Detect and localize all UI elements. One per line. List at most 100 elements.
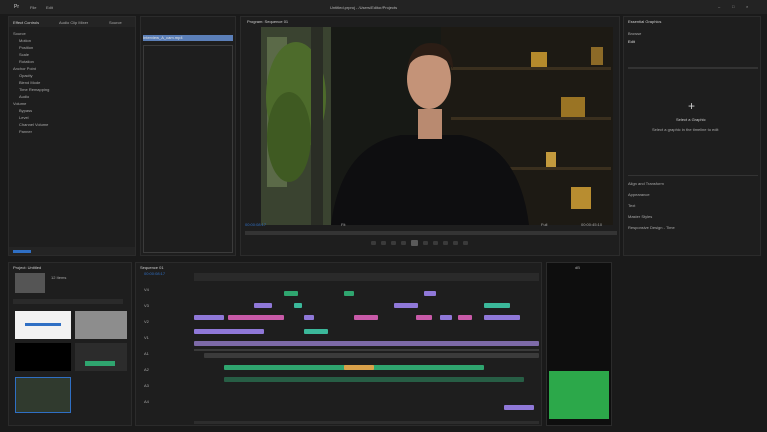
track-label-v4[interactable]: V4	[144, 287, 149, 292]
thumb-graphic[interactable]	[15, 311, 71, 339]
track-label-v1[interactable]: V1	[144, 335, 149, 340]
add-graphic-icon[interactable]: +	[688, 99, 695, 113]
effect-row-opacity[interactable]: Opacity	[19, 73, 33, 78]
track-label-a2[interactable]: A2	[144, 367, 149, 372]
timeline-clip[interactable]	[440, 315, 452, 320]
timeline-clip[interactable]	[484, 315, 520, 320]
effect-row-channel-volume[interactable]: Channel Volume	[19, 122, 48, 127]
effect-row-bypass[interactable]: Bypass	[19, 108, 32, 113]
project-item-count: 12 Items	[51, 275, 67, 280]
effect-row-panner[interactable]: Panner	[19, 129, 32, 134]
tab-audio-clip-mixer[interactable]: Audio Clip Mixer	[59, 20, 88, 25]
mark-out-button[interactable]	[381, 241, 386, 245]
timeline-clip[interactable]	[504, 405, 534, 410]
timeline-clip[interactable]	[284, 291, 298, 296]
effect-row-volume[interactable]: Volume	[13, 101, 26, 106]
app-menu-logo[interactable]: Pr	[14, 4, 19, 10]
track-label-a1[interactable]: A1	[144, 351, 149, 356]
program-video-frame[interactable]	[261, 27, 613, 225]
eg-empty-hint: Select a graphic in the timeline to edit	[652, 127, 719, 132]
effect-row-time-remapping[interactable]: Time Remapping	[19, 87, 49, 92]
timeline-clip[interactable]	[424, 291, 436, 296]
step-back-button[interactable]	[401, 241, 406, 245]
timeline-clip[interactable]	[458, 315, 472, 320]
timeline-timecode[interactable]: 00:00:08:17	[144, 271, 165, 276]
timeline-clip[interactable]	[194, 315, 224, 320]
timeline-clip[interactable]	[416, 315, 432, 320]
thumb-adjustment-layer[interactable]	[75, 343, 127, 371]
ec-timecode[interactable]	[13, 250, 31, 253]
selected-project-item[interactable]: Interview_A_cam.mp4	[143, 35, 233, 41]
timeline-tab[interactable]: Sequence 01	[140, 265, 164, 270]
eg-row[interactable]: Align and Transform	[628, 181, 664, 186]
effect-row-scale[interactable]: Scale	[19, 52, 29, 57]
tab-effect-controls[interactable]: Effect Controls	[13, 20, 39, 25]
eg-divider	[628, 67, 758, 69]
effect-row-rotation[interactable]: Rotation	[19, 59, 34, 64]
program-quality-select[interactable]: Full	[541, 222, 547, 227]
program-monitor-title[interactable]: Program: Sequence 01	[247, 19, 288, 24]
timeline-clip[interactable]	[228, 315, 284, 320]
go-to-in-button[interactable]	[391, 241, 396, 245]
maximize-button[interactable]: □	[732, 4, 734, 9]
close-button[interactable]: ×	[746, 4, 748, 9]
project-search-input[interactable]	[13, 299, 123, 304]
timeline-clip[interactable]	[194, 341, 539, 346]
timeline-clip[interactable]	[394, 303, 418, 308]
project-panel-title[interactable]: Project: Untitled	[13, 265, 41, 270]
thumb-interview[interactable]	[15, 377, 71, 413]
timeline-clip[interactable]	[484, 303, 510, 308]
timeline-clip[interactable]	[254, 303, 272, 308]
effect-row-blend-mode[interactable]: Blend Mode	[19, 80, 40, 85]
effect-row-source[interactable]: Source	[13, 31, 26, 36]
play-button[interactable]	[411, 240, 418, 246]
effect-row-level[interactable]: Level	[19, 115, 29, 120]
effect-row-anchor-point[interactable]: Anchor Point	[13, 66, 36, 71]
menu-item-edit[interactable]: Edit	[46, 5, 53, 10]
timeline-scrollbar[interactable]	[194, 421, 539, 424]
timeline-clip[interactable]	[224, 377, 524, 382]
effect-row-motion[interactable]: Motion	[19, 38, 31, 43]
thumb-black-video[interactable]	[15, 343, 71, 371]
timeline-clip[interactable]	[204, 353, 539, 358]
program-scrub-bar[interactable]	[245, 231, 617, 235]
timeline-clip[interactable]	[304, 329, 328, 334]
track-label-v2[interactable]: V2	[144, 319, 149, 324]
eg-row[interactable]: Master Styles	[628, 214, 652, 219]
timeline-clip[interactable]	[304, 315, 314, 320]
program-timecode[interactable]: 00:00:08:17	[245, 222, 266, 227]
time-ruler[interactable]	[194, 273, 539, 281]
project-list-panel: Interview_A_cam.mp4	[140, 16, 236, 256]
export-frame-button[interactable]	[463, 241, 468, 245]
step-forward-button[interactable]	[423, 241, 428, 245]
project-panel: Project: Untitled 12 Items	[8, 262, 132, 426]
effect-row-position[interactable]: Position	[19, 45, 33, 50]
effect-row-audio[interactable]: Audio	[19, 94, 29, 99]
go-to-out-button[interactable]	[433, 241, 438, 245]
timeline-clip[interactable]	[344, 291, 354, 296]
eg-row[interactable]: Text	[628, 203, 635, 208]
timeline-clip[interactable]	[344, 365, 374, 370]
extract-button[interactable]	[453, 241, 458, 245]
mark-in-button[interactable]	[371, 241, 376, 245]
eg-row[interactable]: Responsive Design - Time	[628, 225, 675, 230]
menu-item-file[interactable]: File	[30, 5, 36, 10]
timeline-panel: Sequence 01 00:00:08:17 V4 V3 V2 V1 A1 A2 A3 A4	[135, 262, 542, 426]
timeline-clip[interactable]	[354, 315, 378, 320]
timeline-clip[interactable]	[294, 303, 302, 308]
title-bar: Pr File Edit Untitled.prproj - /Users/Ed…	[0, 0, 767, 14]
track-label-a4[interactable]: A4	[144, 399, 149, 404]
effect-rows: Source Motion Position Scale Rotation Anchor …	[13, 31, 133, 231]
tab-source[interactable]: Source	[109, 20, 122, 25]
tab-browse[interactable]: Browse	[628, 31, 641, 36]
tab-edit[interactable]: Edit	[628, 39, 635, 44]
program-fit-select[interactable]: Fit	[341, 222, 345, 227]
track-label-v3[interactable]: V3	[144, 303, 149, 308]
minimize-button[interactable]: –	[718, 4, 720, 9]
thumb-broll[interactable]	[75, 311, 127, 339]
lift-button[interactable]	[443, 241, 448, 245]
track-label-a3[interactable]: A3	[144, 383, 149, 388]
timeline-clip[interactable]	[194, 329, 264, 334]
program-monitor: Program: Sequence 01 00:00:08:17 Fit Ful…	[240, 16, 620, 256]
eg-row[interactable]: Appearance	[628, 192, 650, 197]
